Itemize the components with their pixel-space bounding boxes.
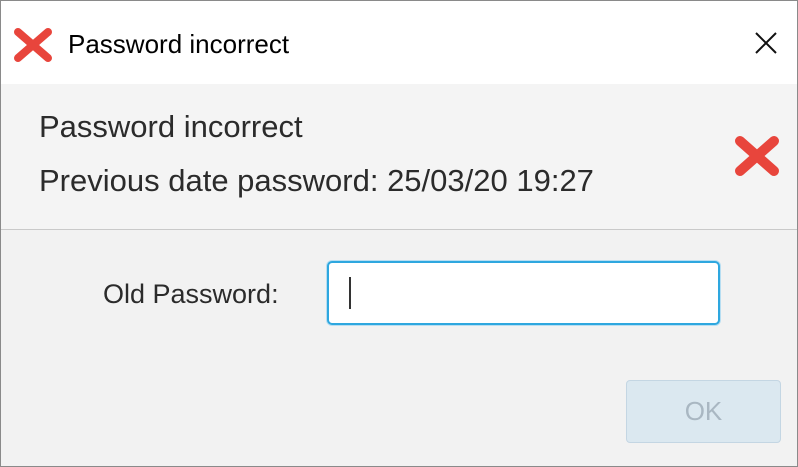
close-icon: [755, 32, 777, 54]
window-title: Password incorrect: [68, 29, 290, 59]
error-message: Password incorrect: [39, 109, 303, 144]
old-password-label: Old Password:: [103, 279, 279, 309]
red-x-icon: [14, 28, 52, 62]
ok-button[interactable]: OK: [626, 380, 781, 443]
text-caret: [349, 277, 351, 309]
error-x-icon: [735, 136, 779, 176]
message-header: Password incorrect Previous date passwor…: [1, 84, 797, 230]
previous-date-message: Previous date password: 25/03/20 19:27: [39, 163, 594, 198]
old-password-field[interactable]: [327, 261, 720, 325]
title-bar: Password incorrect: [1, 1, 797, 84]
dialog-content: Old Password: OK: [1, 231, 797, 466]
password-dialog: Password incorrect Password incorrect Pr…: [0, 0, 798, 467]
close-button[interactable]: [737, 15, 795, 71]
